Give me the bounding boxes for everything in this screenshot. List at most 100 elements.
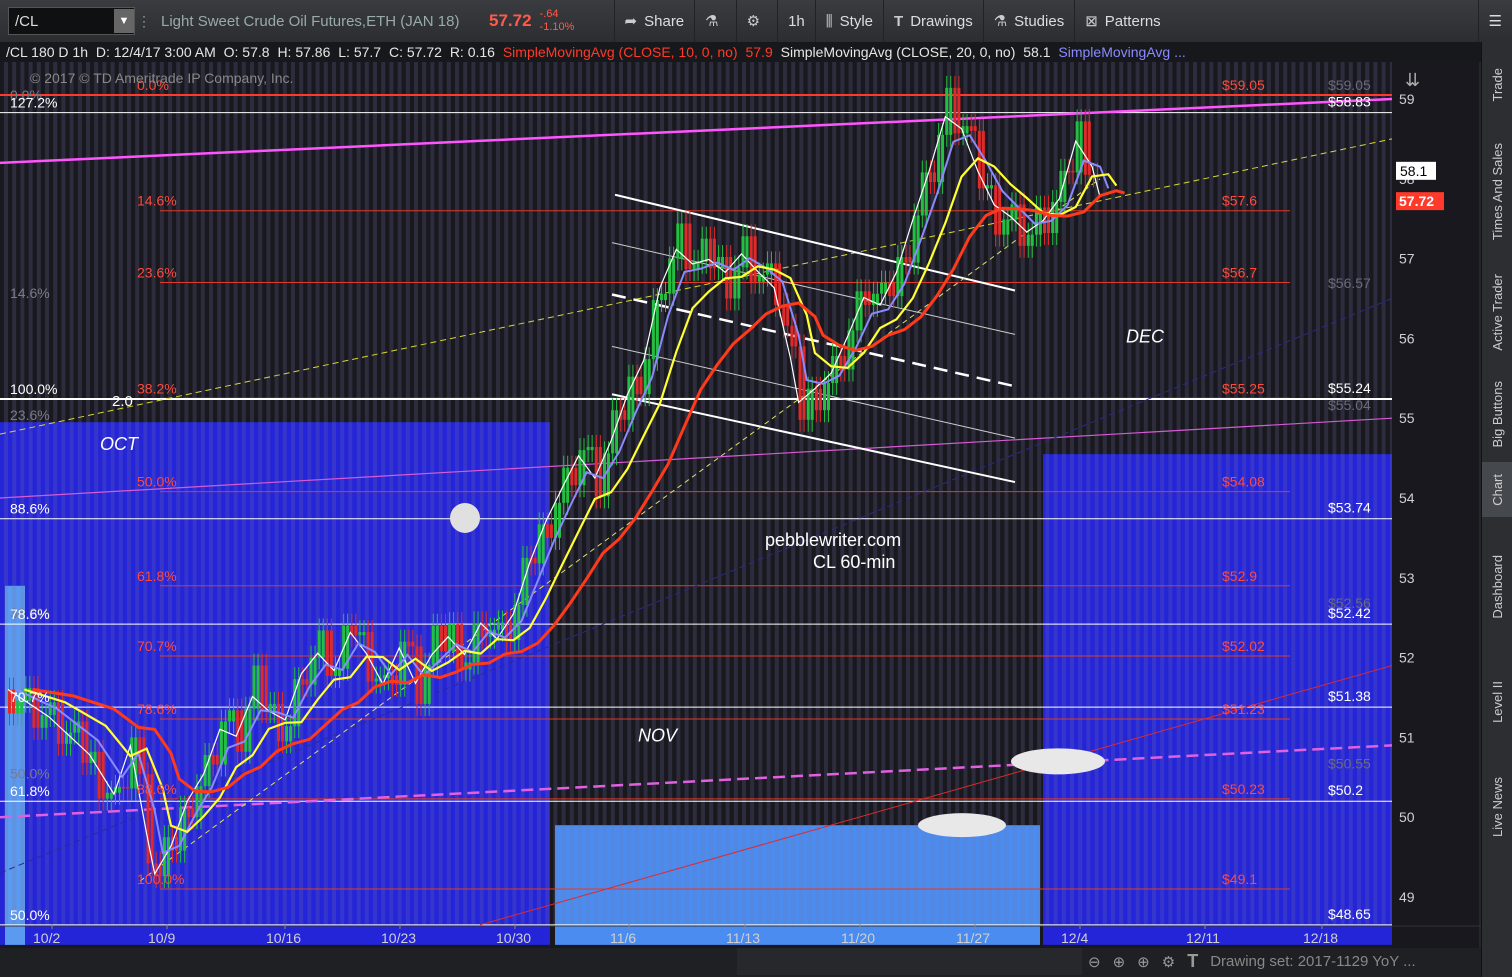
info-study2-value: 58.1	[1023, 44, 1051, 60]
background-column	[1316, 62, 1320, 926]
candle-body	[639, 376, 643, 395]
candle-body	[778, 263, 782, 305]
candle-body	[586, 446, 590, 451]
price-tag-57-72-text: 57.72	[1399, 193, 1434, 209]
info-high: H: 57.86	[277, 44, 331, 60]
background-column	[873, 62, 878, 926]
price-tick-label: 51	[1399, 729, 1415, 745]
time-tick-label: 11/13	[726, 930, 760, 946]
candle-body	[635, 376, 639, 395]
fib-percent-label: 70.7%	[137, 638, 177, 654]
chart-scrollbar[interactable]	[737, 948, 1082, 975]
marker-circle	[450, 502, 480, 533]
side-tab-label: Times And Sales	[1489, 143, 1505, 241]
zoom-in-icon[interactable]: ⊕	[1137, 953, 1150, 971]
side-tab-dashboard[interactable]: Dashboard	[1482, 517, 1512, 657]
left-white-label: 50.0%	[10, 907, 50, 923]
style-button[interactable]: ⫼ Style	[814, 0, 883, 42]
candle-body	[187, 807, 191, 818]
drawings-button[interactable]: T Drawings	[883, 0, 983, 42]
fib-percent-label: 50.0%	[137, 474, 177, 490]
background-column	[651, 62, 656, 926]
marker-ellipse	[1011, 748, 1105, 775]
background-column	[1307, 62, 1312, 926]
flask-button[interactable]: ⚗	[694, 0, 735, 42]
info-study1-value: 57.9	[745, 44, 773, 60]
left-gray-label: 14.6%	[10, 285, 50, 301]
background-column	[1201, 62, 1206, 926]
candle-body	[60, 702, 64, 744]
side-tab-active-trader[interactable]: Active Trader	[1482, 257, 1512, 367]
side-tab-level-ii[interactable]: Level II	[1482, 657, 1512, 747]
hamburger-icon: ☰	[1488, 13, 1502, 30]
fib-price-label: $52.9	[1222, 568, 1257, 584]
side-tab-label: Active Trader	[1489, 273, 1505, 351]
side-tab-label: Live News	[1489, 777, 1505, 837]
candle-body	[790, 325, 794, 347]
instrument-description: Light Sweet Crude Oil Futures,ETH (JAN 1…	[161, 12, 460, 30]
background-column	[487, 62, 492, 926]
candle-body	[798, 346, 802, 420]
candle-body	[965, 126, 969, 134]
side-tab-live-news[interactable]: Live News	[1482, 747, 1512, 867]
share-button[interactable]: ➦ Share	[613, 0, 695, 42]
candle-body	[908, 257, 912, 263]
candles-icon: ⫼	[825, 12, 833, 30]
background-column	[176, 62, 181, 926]
link-icon[interactable]: ⋮	[135, 13, 153, 30]
fib-price-label: $50.23	[1222, 781, 1265, 797]
candle-body	[945, 87, 949, 135]
fib-percent-label: 100.0%	[137, 871, 184, 887]
studies-button[interactable]: ⚗ Studies	[982, 0, 1075, 42]
side-tab-chart[interactable]: Chart	[1482, 462, 1512, 517]
menu-button[interactable]: ☰	[1477, 0, 1512, 42]
candle-body	[606, 453, 610, 497]
timeframe-button[interactable]: 1h	[777, 0, 815, 42]
text-tool-icon[interactable]: T	[1187, 951, 1198, 972]
candle-body	[549, 524, 553, 538]
background-column	[86, 62, 90, 926]
background-column	[1299, 62, 1304, 926]
background-column	[856, 62, 861, 926]
background-column	[1029, 62, 1033, 926]
side-tab-trade[interactable]: Trade	[1482, 42, 1512, 127]
background-column	[266, 62, 271, 926]
side-tab-big-buttons[interactable]: Big Buttons	[1482, 367, 1512, 462]
side-tab-label: Level II	[1489, 681, 1505, 723]
symbol-selector[interactable]: /CL ▼	[8, 7, 135, 35]
price-tag-58-1-text: 58.1	[1400, 163, 1427, 179]
zoom-out-icon[interactable]: ⊖	[1088, 953, 1101, 971]
background-column	[537, 62, 541, 926]
background-column	[783, 62, 787, 926]
info-study3: SimpleMovingAvg ...	[1058, 44, 1186, 60]
background-column	[1127, 62, 1132, 926]
fib-percent-label: 61.8%	[137, 568, 177, 584]
background-column	[865, 62, 869, 926]
chevron-down-icon[interactable]: ▼	[114, 9, 134, 33]
settings-button[interactable]: ⚙	[735, 0, 777, 42]
crosshair-icon[interactable]: ⊕	[1113, 953, 1126, 971]
share-label: Share	[644, 12, 685, 30]
background-column	[479, 62, 484, 926]
background-column	[799, 62, 804, 926]
candle-body	[1087, 121, 1091, 175]
share-icon: ➦	[624, 13, 638, 30]
subtitle-label: CL 60-min	[813, 552, 895, 572]
background-column	[1283, 62, 1288, 926]
side-tab-times-and-sales[interactable]: Times And Sales	[1482, 127, 1512, 257]
price-tick-label: 49	[1399, 889, 1415, 905]
background-column	[692, 62, 697, 926]
left-gray-label: 23.6%	[10, 407, 50, 423]
background-column	[1078, 62, 1083, 926]
background-column	[1365, 62, 1370, 926]
background-column	[463, 62, 468, 926]
flask-icon: ⚗	[705, 13, 719, 30]
price-chart[interactable]: 0.0% $59.0514.6% $57.623.6% $56.738.2% $55.2…	[0, 62, 1482, 948]
background-column	[225, 62, 230, 926]
settings-icon[interactable]: ⚙	[1162, 953, 1175, 971]
patterns-button[interactable]: ⊠ Patterns	[1074, 0, 1170, 42]
candle-body	[733, 267, 737, 299]
left-white-label: 88.6%	[10, 501, 50, 517]
candle-body	[219, 721, 223, 765]
candle-body	[928, 172, 932, 182]
